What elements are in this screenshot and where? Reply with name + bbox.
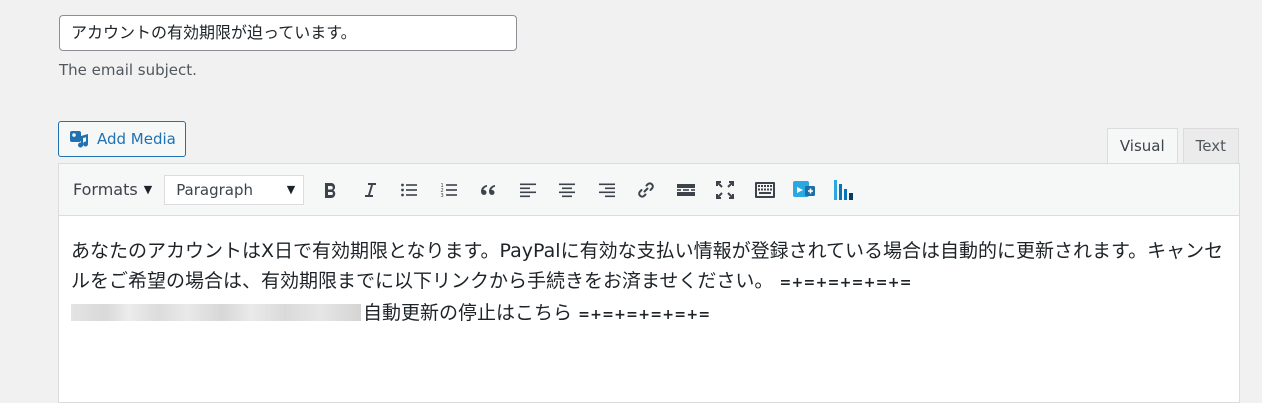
redacted-url <box>71 304 361 321</box>
add-media-button[interactable]: Add Media <box>58 121 186 157</box>
editor-content[interactable]: あなたのアカウントはX日で有効期限となります。PayPalに有効な支払い情報が登… <box>59 216 1239 330</box>
align-center-icon[interactable] <box>551 174 583 206</box>
align-right-icon[interactable] <box>591 174 623 206</box>
editor-toolbar: Formats ▼ Paragraph ▼ 123 <box>59 164 1239 216</box>
align-left-icon[interactable] <box>512 174 544 206</box>
media-icon <box>69 128 91 150</box>
formats-menu[interactable]: Formats ▼ <box>73 180 152 199</box>
email-subject-description: The email subject. <box>59 61 197 79</box>
separator-text: =+=+=+=+=+= <box>779 275 912 291</box>
visual-editor: Formats ▼ Paragraph ▼ 123 あなたのアカウントはX日で有… <box>58 163 1240 403</box>
plugin-icon[interactable] <box>788 174 820 206</box>
formats-label: Formats <box>73 180 138 199</box>
toolbar-toggle-icon[interactable] <box>749 174 781 206</box>
caret-down-icon: ▼ <box>143 183 153 196</box>
cancel-renewal-link[interactable]: 自動更新の停止はこちら <box>363 302 572 324</box>
fullscreen-icon[interactable] <box>709 174 741 206</box>
tab-text[interactable]: Text <box>1182 128 1239 164</box>
link-paragraph: 自動更新の停止はこちら =+=+=+=+=+= <box>71 298 1227 330</box>
italic-icon[interactable] <box>354 174 386 206</box>
bold-icon[interactable] <box>314 174 346 206</box>
chart-icon[interactable] <box>828 174 860 206</box>
caret-down-icon: ▼ <box>286 183 296 196</box>
separator-text: =+=+=+=+=+= <box>578 307 711 323</box>
email-subject-input[interactable]: アカウントの有効期限が迫っています。 <box>59 15 517 51</box>
body-paragraph: あなたのアカウントはX日で有効期限となります。PayPalに有効な支払い情報が登… <box>71 236 1227 298</box>
numbered-list-icon[interactable]: 123 <box>433 174 465 206</box>
bullet-list-icon[interactable] <box>393 174 425 206</box>
block-format-select[interactable]: Paragraph ▼ <box>164 174 305 205</box>
link-icon[interactable] <box>630 174 662 206</box>
editor-tabs: Visual Text <box>1106 128 1239 165</box>
block-format-value: Paragraph <box>176 180 254 199</box>
read-more-icon[interactable] <box>670 174 702 206</box>
svg-text:3: 3 <box>440 193 443 199</box>
body-text: あなたのアカウントはX日で有効期限となります。PayPalに有効な支払い情報が登… <box>71 240 1224 292</box>
blockquote-icon[interactable] <box>472 174 504 206</box>
tab-visual[interactable]: Visual <box>1106 128 1178 165</box>
add-media-label: Add Media <box>97 130 176 148</box>
